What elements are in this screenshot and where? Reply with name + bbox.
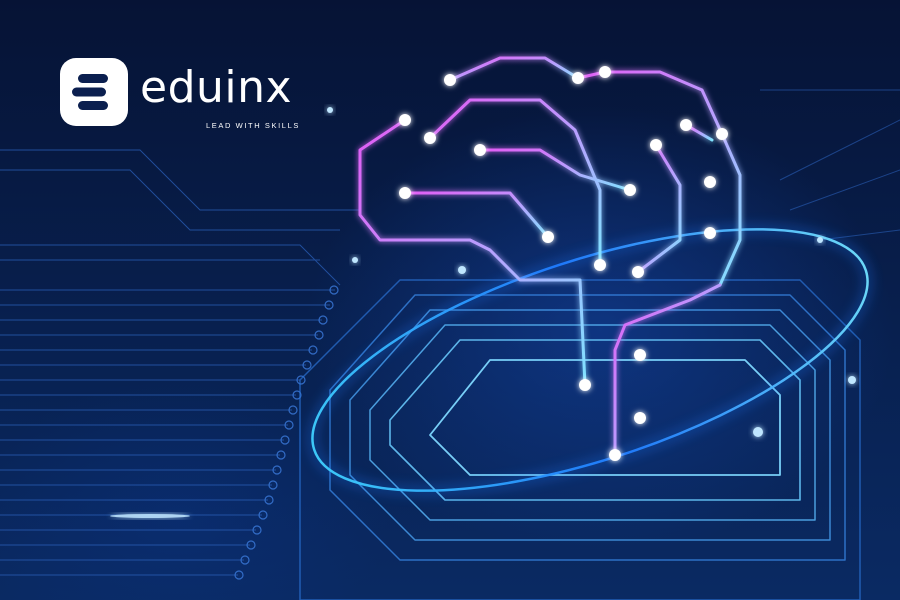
brand-tagline: LEAD WITH SKILLS xyxy=(206,121,300,130)
octagon-chip xyxy=(299,279,861,600)
left-circuit-pads xyxy=(234,285,339,580)
eduinx-logo-icon xyxy=(60,58,128,126)
brain-traces xyxy=(358,56,742,457)
sparkles xyxy=(110,107,856,518)
hero-banner: eduinx LEAD WITH SKILLS xyxy=(0,0,900,600)
brand-logo[interactable]: eduinx LEAD WITH SKILLS xyxy=(60,58,310,138)
brand-name: eduinx xyxy=(140,62,293,113)
right-circuit-lines xyxy=(760,89,900,241)
left-circuit-lines xyxy=(0,149,360,576)
